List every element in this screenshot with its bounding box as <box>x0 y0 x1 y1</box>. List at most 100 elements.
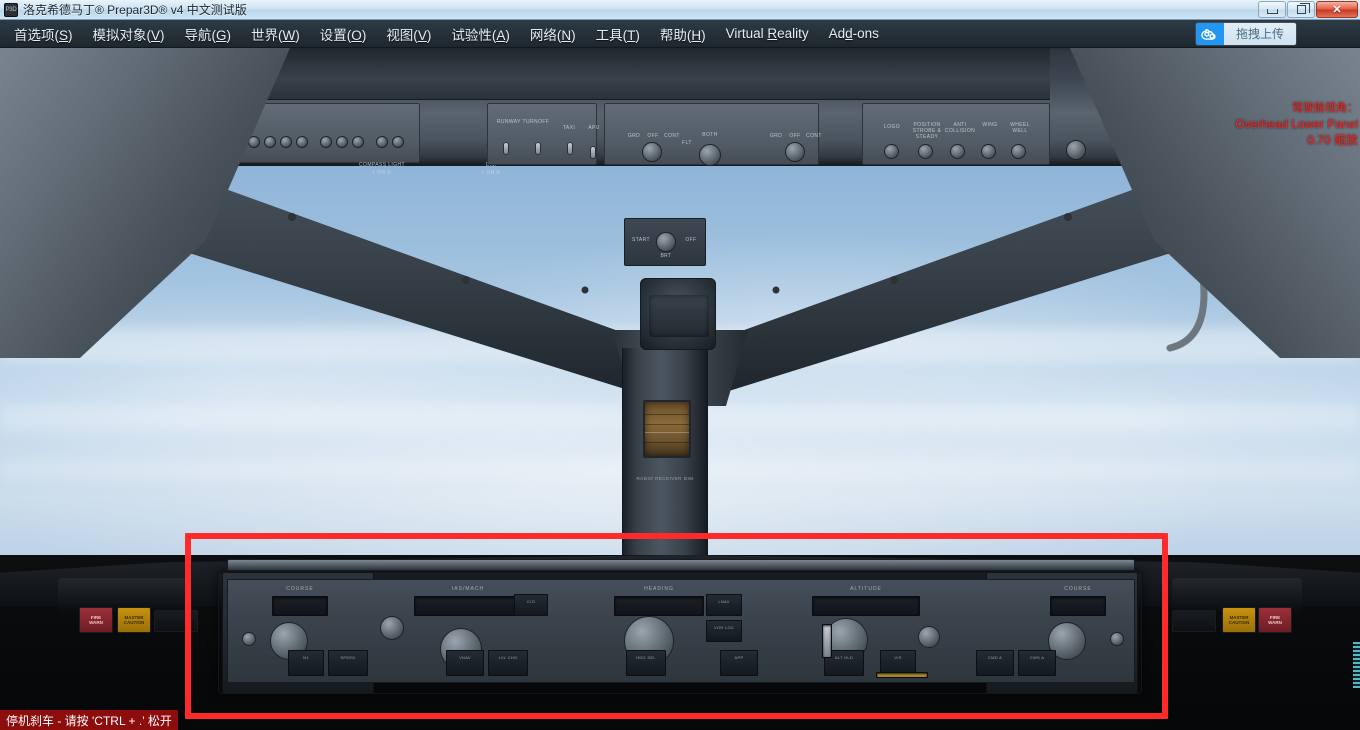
mcp-label-ias-mach: IAS/MACH <box>451 586 485 592</box>
overhead-label: STEADY <box>915 134 939 140</box>
window-controls: ✕ <box>1258 1 1358 18</box>
course-left-window <box>272 596 328 616</box>
drag-upload-button[interactable]: 拖拽上传 <box>1195 23 1296 45</box>
flight-director-right-switch[interactable] <box>1110 632 1124 646</box>
post-manufacturer-text: RADIO RECEIVER DIM <box>636 476 694 481</box>
mcp-button-label: APP <box>734 655 744 660</box>
landing-light-knob[interactable] <box>376 136 388 148</box>
flight-director-left-switch[interactable] <box>242 632 256 646</box>
mcp-button-hdg-sel[interactable]: HDG SEL <box>626 650 666 676</box>
menu-item-views[interactable]: 视图(V) <box>376 20 441 48</box>
fire-warn-left[interactable]: FIRE WARN <box>79 607 113 633</box>
close-button[interactable]: ✕ <box>1316 1 1358 18</box>
zoom-level: 0.70 缩放 <box>1307 133 1358 147</box>
mcp-accent-strip <box>876 672 928 678</box>
drag-upload-label: 拖拽上传 <box>1223 23 1296 45</box>
mode-control-panel[interactable]: COURSE IAS/MACH HEADING ALTITUDE COURSE <box>218 559 1142 694</box>
mcp-button-speed[interactable]: SPEED <box>328 650 368 676</box>
master-caution-label: MASTER CAUTION <box>123 614 145 626</box>
mcp-button-label: LVL CHG <box>498 655 518 660</box>
autothrottle-arm-switch[interactable] <box>822 624 832 658</box>
minimize-button[interactable] <box>1258 1 1286 18</box>
mcp-button-label: C/O <box>526 599 535 604</box>
compass-dim-label: START <box>632 237 650 243</box>
menu-item-help[interactable]: 帮助(H) <box>650 20 716 48</box>
mcp-button-label: N1 <box>303 655 309 660</box>
right-edge-indicator-strip <box>1353 642 1360 688</box>
menu-item-vehicles[interactable]: 模拟对象(V) <box>83 20 175 48</box>
close-icon: ✕ <box>1332 4 1342 16</box>
simulator-viewport[interactable]: L ON R L ON R COMPASS LIGHT DIM RUNWAY T… <box>0 48 1360 730</box>
restore-icon <box>1296 3 1310 14</box>
menu-item-options[interactable]: 设置(O) <box>310 20 377 48</box>
mcp-button-vnav[interactable]: VNAV <box>446 650 484 676</box>
mcp-button-label: V/S <box>894 655 902 660</box>
p3d-icon: P3D <box>4 2 18 17</box>
course-right-window <box>1050 596 1106 616</box>
mcp-face: COURSE IAS/MACH HEADING ALTITUDE COURSE <box>227 579 1135 683</box>
altitude-window <box>812 596 920 616</box>
landing-light-knob[interactable] <box>320 136 332 148</box>
system-annunciator-right[interactable] <box>1172 610 1216 632</box>
menu-item-world[interactable]: 世界(W) <box>241 20 310 48</box>
menu-item-preferences[interactable]: 首选项(S) <box>4 20 83 48</box>
compass-light-panel[interactable]: BRT START OFF <box>624 218 706 266</box>
landing-light-knob[interactable] <box>336 136 348 148</box>
vertical-speed-wheel[interactable] <box>918 626 940 648</box>
master-caution-right[interactable]: MASTER CAUTION <box>1222 607 1256 633</box>
cloud-upload-icon <box>1195 23 1224 45</box>
overhead-upper-strip <box>262 48 1050 100</box>
mcp-button-co[interactable]: C/O <box>514 594 548 616</box>
master-caution-label: MASTER CAUTION <box>1228 614 1250 626</box>
mcp-button-n1[interactable]: N1 <box>288 650 324 676</box>
mcp-label-course-left: COURSE <box>286 586 314 592</box>
compass-light-label: BRT <box>660 253 672 259</box>
mcp-label-altitude: ALTITUDE <box>850 586 882 592</box>
menu-item-navigation[interactable]: 导航(G) <box>175 20 242 48</box>
menu-bar: 首选项(S) 模拟对象(V) 导航(G) 世界(W) 设置(O) 视图(V) 试… <box>0 20 1360 48</box>
menu-item-virtual-reality[interactable]: Virtual Reality <box>716 22 819 45</box>
overhead-label: GRD <box>769 133 783 139</box>
menu-item-analysis[interactable]: 试验性(A) <box>441 20 520 48</box>
bank-angle-knob[interactable] <box>380 616 404 640</box>
landing-light-knob[interactable] <box>392 136 404 148</box>
compass-brt-label: OFF <box>685 237 697 243</box>
overhead-label: CONT <box>664 133 680 139</box>
overhead-label: FLT <box>682 140 692 146</box>
menu-item-network[interactable]: 网络(N) <box>520 20 586 48</box>
master-caution-left[interactable]: MASTER CAUTION <box>117 607 151 633</box>
mcp-button-label: CMD A <box>987 655 1003 660</box>
overhead-label: COLLISION <box>944 128 976 134</box>
standby-compass[interactable] <box>640 278 716 350</box>
compass-light-knob[interactable] <box>656 232 676 252</box>
mcp-top-rail <box>227 559 1135 571</box>
overhead-label: RUNWAY TURNOFF <box>496 119 550 125</box>
heading-window <box>614 596 704 616</box>
parking-brake-message: 停机刹车 - 请按 'CTRL + .' 松开 <box>6 713 172 728</box>
mcp-button-lvl-chg[interactable]: LVL CHG <box>488 650 528 676</box>
prepar3d-window: P3D 洛克希德马丁® Prepar3D® v4 中文测试版 ✕ 首选项(S) … <box>0 0 1360 730</box>
mcp-button-label: VNAV <box>459 655 471 660</box>
mcp-button-label: LNAV <box>718 599 730 604</box>
mcp-label-course-right: COURSE <box>1064 586 1092 592</box>
mcp-button-cws-a[interactable]: CWS A <box>1018 650 1056 676</box>
landing-light-knob[interactable] <box>264 136 276 148</box>
fire-warn-right[interactable]: FIRE WARN <box>1258 607 1292 633</box>
mcp-button-lnav[interactable]: LNAV <box>706 594 742 616</box>
scanline <box>645 442 689 443</box>
restore-button[interactable] <box>1287 1 1315 18</box>
mcp-label-heading: HEADING <box>644 586 674 592</box>
view-label: 驾驶舱视角： <box>1292 102 1358 114</box>
mcp-button-vorloc[interactable]: VOR LOC <box>706 620 742 642</box>
overhead-label: CONT <box>806 133 822 139</box>
menu-item-add-ons[interactable]: Add-ons <box>819 22 889 45</box>
landing-light-knob[interactable] <box>280 136 292 148</box>
system-annunciator-left[interactable] <box>154 610 198 632</box>
mcp-button-cmd-a[interactable]: CMD A <box>976 650 1014 676</box>
landing-light-knob[interactable] <box>352 136 364 148</box>
menu-item-tools[interactable]: 工具(T) <box>586 20 650 48</box>
fire-warn-label: FIRE WARN <box>89 614 103 626</box>
parking-brake-status: 停机刹车 - 请按 'CTRL + .' 松开 <box>0 710 178 730</box>
landing-light-knob[interactable] <box>296 136 308 148</box>
mcp-button-app[interactable]: APP <box>720 650 758 676</box>
